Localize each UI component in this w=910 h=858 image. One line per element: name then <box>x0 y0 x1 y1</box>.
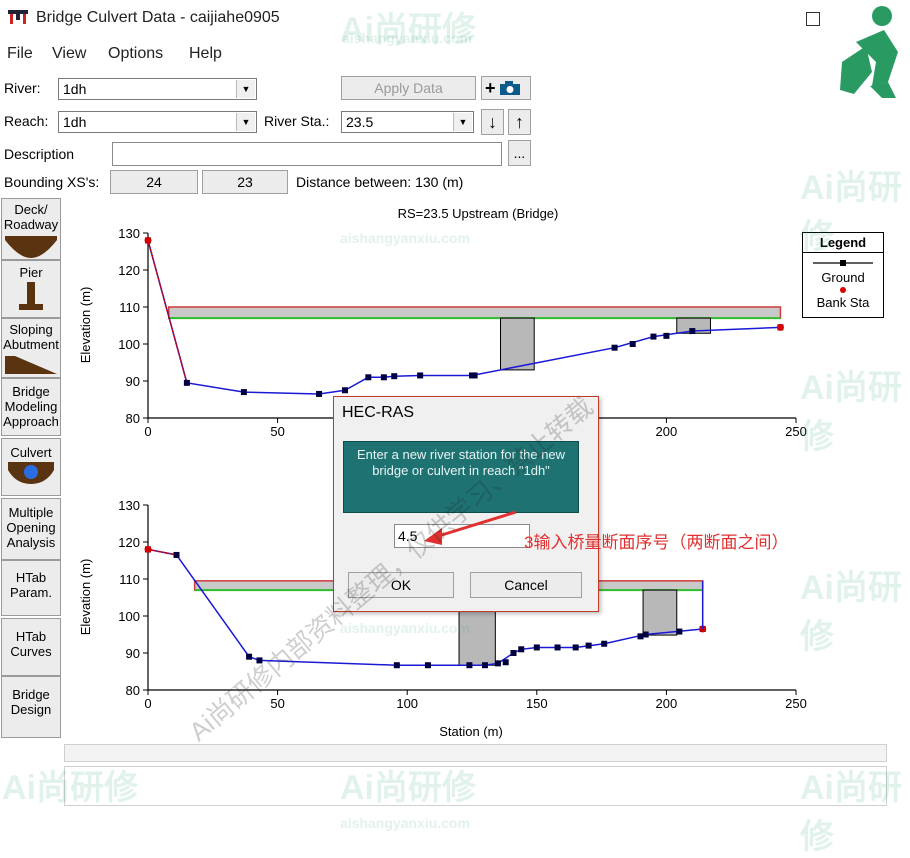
ground-point <box>471 372 478 379</box>
y-tick-label: 110 <box>119 300 140 315</box>
ground-point <box>533 644 540 651</box>
pier <box>500 317 535 371</box>
ground-point <box>417 372 424 379</box>
ground-point <box>391 373 398 380</box>
ground-point <box>510 650 517 656</box>
x-tick-label: 200 <box>656 424 678 439</box>
y-tick-label: 100 <box>118 609 140 624</box>
x-tick-label: 200 <box>656 696 678 711</box>
status-area <box>64 766 887 806</box>
legend-title: Legend <box>803 233 883 253</box>
y-tick-label: 100 <box>118 337 140 352</box>
ground-point <box>585 642 592 649</box>
ground-point <box>240 389 247 396</box>
ground-point <box>466 662 473 669</box>
ground-point <box>518 646 525 653</box>
y-tick-label: 130 <box>118 498 140 513</box>
y-tick-label: 120 <box>118 263 140 278</box>
ground-point <box>676 628 683 635</box>
legend-bank-swatch <box>840 287 846 293</box>
annotation-text: 3输入桥量断面序号（两断面之间） <box>524 533 789 552</box>
x-tick-label: 0 <box>144 696 151 711</box>
y-axis-label-bottom: Elevation (m) <box>78 559 93 636</box>
y-tick-label: 110 <box>119 572 140 587</box>
y-axis-label-top: Elevation (m) <box>78 287 93 364</box>
ground-point <box>341 387 348 394</box>
ground-point <box>629 341 636 347</box>
annotation-arrow <box>424 510 517 545</box>
legend: Legend Ground Bank Sta <box>802 232 884 318</box>
x-tick-label: 150 <box>526 696 548 711</box>
ground-point <box>424 662 431 669</box>
x-tick-label: 100 <box>396 696 418 711</box>
horizontal-scrollbar[interactable] <box>64 744 887 762</box>
ground-point <box>481 662 488 669</box>
ground-point <box>601 640 608 647</box>
ground-point <box>393 662 400 669</box>
ground-point <box>650 333 657 340</box>
ground-point <box>380 374 387 381</box>
ground-point <box>572 644 579 651</box>
ground-point <box>316 390 323 397</box>
chart-title: RS=23.5 Upstream (Bridge) <box>398 206 559 221</box>
ground-point <box>502 659 509 666</box>
dialog-title: HEC-RAS <box>342 404 415 421</box>
y-tick-label: 130 <box>118 226 140 241</box>
pier <box>642 589 678 636</box>
ground-point <box>365 374 372 381</box>
legend-ground-swatch <box>813 260 873 266</box>
ground-point <box>494 660 501 667</box>
x-axis-label: Station (m) <box>439 724 503 739</box>
x-tick-label: 250 <box>785 696 807 711</box>
ground-point <box>173 551 180 558</box>
ground-point <box>256 657 263 664</box>
y-tick-label: 120 <box>118 535 140 550</box>
y-tick-label: 80 <box>126 411 140 426</box>
x-tick-label: 250 <box>785 424 807 439</box>
ground-point <box>554 644 561 651</box>
x-tick-label: 50 <box>270 696 284 711</box>
ground-point <box>663 332 670 339</box>
x-tick-label: 50 <box>270 424 284 439</box>
bridge-deck <box>167 306 782 319</box>
y-tick-label: 80 <box>126 683 140 698</box>
x-tick-label: 0 <box>144 424 151 439</box>
river-station-input-value: 4.5 <box>398 528 418 544</box>
y-tick-label: 90 <box>126 374 140 389</box>
cancel-button[interactable]: Cancel <box>470 572 582 598</box>
bank-station-point <box>144 545 152 553</box>
ground-point <box>611 344 618 351</box>
legend-bank-label: Bank Sta <box>816 295 870 310</box>
ground-point <box>689 328 696 335</box>
ground-point <box>642 631 649 638</box>
ground-point <box>183 379 190 386</box>
ground-point <box>246 653 253 660</box>
legend-ground-label: Ground <box>821 270 865 285</box>
y-tick-label: 90 <box>126 646 140 661</box>
bank-station-point <box>144 236 152 244</box>
ok-button[interactable]: OK <box>348 572 454 598</box>
bank-station-point <box>776 323 784 331</box>
ground-point <box>637 633 644 640</box>
